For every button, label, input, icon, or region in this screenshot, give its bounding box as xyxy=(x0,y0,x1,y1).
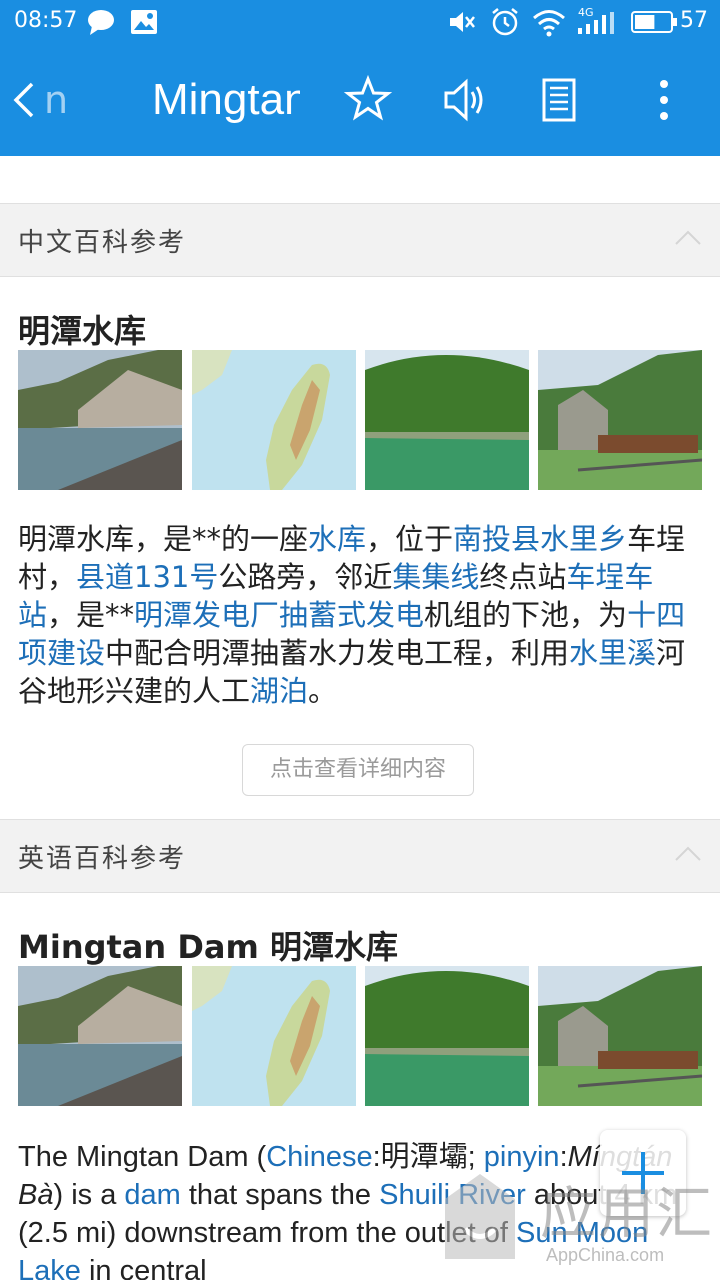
zh-text-run: 中配合明潭抽蓄水力发电工程，利用 xyxy=(105,636,570,670)
previous-page-title[interactable]: n xyxy=(44,74,66,126)
taiwan-map[interactable] xyxy=(192,966,356,1106)
zh-entry-title: 明潭水库 xyxy=(18,312,147,350)
en-text-run: in central xyxy=(80,1255,207,1280)
zh-thumbnail-strip xyxy=(18,350,704,490)
en-text-run: The Mingtan Dam ( xyxy=(18,1141,267,1173)
watermark-logo-icon xyxy=(445,1174,515,1259)
taiwan-map[interactable] xyxy=(192,350,356,490)
watermark-url: AppChina.com xyxy=(546,1245,665,1265)
zh-text-run: 明潭水库，是**的一座 xyxy=(18,522,309,556)
mute-icon xyxy=(450,12,475,32)
page-title: Mingtan xyxy=(152,75,300,124)
en-text-run: that spans the xyxy=(180,1179,380,1211)
wifi-icon xyxy=(533,10,565,37)
appchina-watermark: 应用汇 AppChina.com xyxy=(430,1165,720,1280)
zh-link[interactable]: 集集线 xyxy=(392,560,479,594)
zh-text-run: ，是** xyxy=(47,598,135,632)
train-station-photo[interactable] xyxy=(538,350,702,490)
app-bar: n Mingtan xyxy=(0,44,720,156)
status-time: 08:57 xyxy=(14,8,78,33)
en-link[interactable]: dam xyxy=(124,1179,180,1211)
battery-icon xyxy=(631,11,677,33)
zh-text-run: 。 xyxy=(308,674,338,708)
zh-text-run: ，位于 xyxy=(366,522,454,556)
battery-level: 57 xyxy=(680,8,708,33)
zh-text-run: 终点站 xyxy=(479,560,567,594)
zh-summary-text: 明潭水库，是**的一座水库，位于南投县水里乡车埕村，县道131号公路旁，邻近集集… xyxy=(18,520,708,710)
status-bar: 08:57 4G 57 xyxy=(0,0,720,44)
zh-reference-label: 中文百科参考 xyxy=(18,228,187,258)
star-icon[interactable] xyxy=(342,74,394,126)
zh-link[interactable]: 水里溪 xyxy=(569,636,656,670)
alarm-icon xyxy=(492,8,518,36)
more-icon[interactable] xyxy=(638,74,690,126)
chat-icon xyxy=(88,10,114,35)
chevron-up-icon[interactable] xyxy=(674,228,702,246)
zh-link[interactable]: 县道131号 xyxy=(76,560,218,594)
watermark-text: 应用汇 xyxy=(540,1182,714,1247)
en-reference-header[interactable]: 英语百科参考 xyxy=(0,819,720,893)
image-notification-icon xyxy=(131,10,157,34)
zh-text-run: 公路旁，邻近 xyxy=(218,560,393,594)
en-link[interactable]: Chinese xyxy=(266,1141,372,1173)
chevron-up-icon[interactable] xyxy=(674,844,702,862)
zh-link[interactable]: 明潭发电厂抽蓄式发电 xyxy=(134,598,424,632)
en-thumbnail-strip xyxy=(18,966,704,1106)
en-text-run: ) is a xyxy=(53,1179,125,1211)
zh-reference-header[interactable]: 中文百科参考 xyxy=(0,203,720,277)
zh-link[interactable]: 湖泊 xyxy=(250,674,308,708)
green-lake-photo[interactable] xyxy=(365,966,529,1106)
zh-link[interactable]: 南投县水里乡 xyxy=(453,522,627,556)
reservoir-photo[interactable] xyxy=(18,350,182,490)
speaker-icon[interactable] xyxy=(440,74,492,126)
en-reference-label: 英语百科参考 xyxy=(18,844,187,874)
view-details-button[interactable]: 点击查看详细内容 xyxy=(242,744,474,796)
zh-text-run: 机组的下池，为 xyxy=(424,598,628,632)
en-entry-title: Mingtan Dam 明潭水库 xyxy=(18,928,398,966)
reservoir-photo[interactable] xyxy=(18,966,182,1106)
zh-link[interactable]: 水库 xyxy=(308,522,366,556)
notebook-icon[interactable] xyxy=(534,74,586,126)
signal-icon xyxy=(578,12,614,34)
train-station-photo[interactable] xyxy=(538,966,702,1106)
green-lake-photo[interactable] xyxy=(365,350,529,490)
